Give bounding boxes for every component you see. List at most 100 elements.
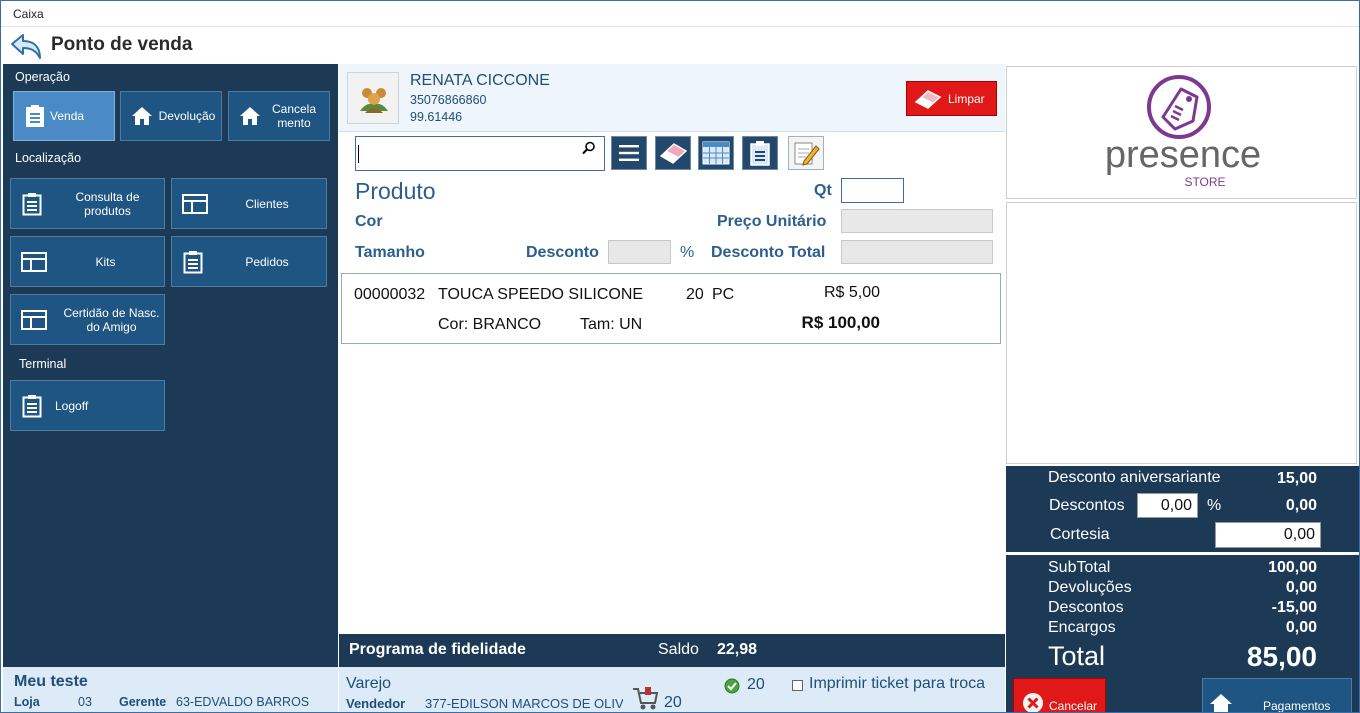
eraser-icon	[659, 143, 688, 164]
saldo-value: 22,98	[717, 641, 758, 658]
total-value: 85,00	[1246, 641, 1317, 672]
ticket-label[interactable]: Imprimir ticket para troca	[809, 675, 985, 693]
venda-label: Venda	[50, 109, 85, 123]
search-input[interactable]	[355, 136, 605, 171]
pagamentos-button[interactable]: Pagamentos	[1202, 678, 1352, 713]
table-icon	[182, 191, 208, 217]
client-code: 99.61446	[410, 110, 463, 124]
client-phone: 35076866860	[410, 93, 487, 107]
totals-descontos-value: -15,00	[1271, 599, 1317, 616]
store-title: Meu teste	[14, 673, 88, 690]
logoff-label: Logoff	[55, 398, 89, 413]
cancel-x-icon	[1023, 693, 1043, 712]
clipboard-icon	[750, 141, 770, 166]
qt-label: Qt	[814, 182, 832, 199]
cancelamento-button[interactable]: Cancela mento	[228, 91, 330, 141]
section-operacao: Operação	[15, 70, 70, 84]
sale-footer: Varejo Vendedor 377-EDILSON MARCOS DE OL…	[339, 667, 1005, 712]
item-color: Cor: BRANCO	[438, 316, 542, 333]
back-arrow-icon[interactable]	[9, 32, 43, 60]
devolucao-label: Devolução	[158, 109, 216, 123]
clear-fields-button[interactable]	[655, 136, 691, 170]
window-title: Caixa	[1, 1, 1359, 27]
cortesia-label: Cortesia	[1050, 526, 1110, 543]
clipboard-icon	[24, 103, 46, 129]
cancelamento-label: Cancela mento	[271, 102, 317, 130]
cart-count: 20	[664, 694, 682, 711]
desconto-total-label: Desconto Total	[711, 244, 826, 261]
fidelidade-label: Programa de fidelidade	[349, 641, 526, 658]
preco-unitario-label: Preço Unitário	[717, 213, 827, 230]
clientes-button[interactable]: Clientes	[171, 178, 327, 229]
item-code: 00000032	[354, 286, 426, 303]
item-description: TOUCA SPEEDO SILICONE	[438, 286, 644, 303]
fidelidade-bar: Programa de fidelidade Saldo 22,98	[339, 634, 1005, 667]
sale-panel: RENATA CICCONE 35076866860 99.61446 Limp…	[339, 64, 1005, 712]
client-avatar[interactable]	[347, 72, 399, 124]
qt-input[interactable]	[841, 178, 904, 203]
grid-button[interactable]	[698, 136, 734, 170]
client-name: RENATA CICCONE	[410, 72, 550, 89]
clipboard-icon	[21, 191, 43, 217]
item-size: Tam: UN	[580, 316, 643, 333]
cancelar-button[interactable]: Cancelar	[1013, 678, 1106, 712]
sale-type: Varejo	[346, 675, 392, 692]
desconto-label: Desconto	[526, 244, 599, 261]
edit-button[interactable]	[788, 136, 824, 170]
eraser-icon	[914, 89, 942, 109]
totals-descontos-label: Descontos	[1048, 599, 1124, 616]
clipboard-button[interactable]	[742, 136, 778, 170]
home-icon	[131, 103, 153, 129]
check-circle-icon	[724, 678, 740, 694]
descontos-pct: %	[1207, 497, 1222, 514]
descontos-label: Descontos	[1049, 497, 1125, 514]
item-total: R$ 100,00	[801, 313, 880, 332]
desconto-input[interactable]	[608, 240, 671, 264]
encargos-value: 0,00	[1285, 619, 1317, 636]
grid-icon	[702, 141, 730, 165]
item-unit-price: R$ 5,00	[823, 284, 880, 301]
vendedor-value: 377-EDILSON MARCOS DE OLIVEIF	[425, 696, 623, 711]
pos-window: Caixa Ponto de venda Operação Venda Devo…	[0, 0, 1360, 713]
check-count: 20	[747, 676, 765, 693]
item-unit: PC	[712, 286, 735, 303]
limpar-label: Limpar	[948, 91, 985, 106]
pencil-edit-icon	[794, 142, 820, 166]
hamburger-icon	[619, 145, 639, 161]
loja-label: Loja	[14, 695, 40, 709]
vendedor-label: Vendedor	[346, 696, 406, 711]
logoff-button[interactable]: Logoff	[10, 380, 165, 431]
certidao-button[interactable]: Certidão de Nasc. do Amigo	[10, 294, 165, 345]
subtotal-label: SubTotal	[1048, 559, 1111, 576]
client-card: RENATA CICCONE 35076866860 99.61446 Limp…	[339, 64, 1005, 132]
home-icon	[239, 103, 261, 129]
menu-button[interactable]	[611, 136, 647, 170]
pagamentos-label: Pagamentos	[1263, 699, 1331, 713]
product-image-area	[1006, 202, 1357, 464]
tamanho-label: Tamanho	[355, 244, 425, 261]
search-icon	[582, 141, 595, 155]
group-users-icon	[360, 88, 388, 113]
certidao-label: Certidão de Nasc. do Amigo	[63, 305, 160, 334]
aniversariante-value: 15,00	[1276, 470, 1317, 487]
devolucao-button[interactable]: Devolução	[120, 91, 222, 141]
produto-label: Produto	[355, 178, 436, 204]
logo-brand: presence	[1105, 134, 1261, 176]
table-icon	[21, 249, 47, 275]
text-cursor	[358, 145, 359, 163]
item-row[interactable]: 00000032 TOUCA SPEEDO SILICONE 20 PC R$ …	[341, 273, 1001, 344]
aniversariante-label: Desconto aniversariante	[1048, 469, 1221, 486]
table-icon	[21, 307, 47, 333]
ticket-checkbox[interactable]	[792, 680, 803, 691]
consulta-produtos-label: Consulta de produtos	[75, 189, 140, 218]
presence-logo-icon: presence STORE	[1105, 75, 1261, 189]
venda-button[interactable]: Venda	[13, 91, 115, 141]
descontos-input[interactable]: 0,00	[1137, 493, 1198, 518]
consulta-produtos-button[interactable]: Consulta de produtos	[10, 178, 165, 229]
cortesia-input[interactable]: 0,00	[1215, 522, 1321, 548]
subtotal-value: 100,00	[1268, 559, 1317, 576]
kits-button[interactable]: Kits	[10, 236, 165, 287]
pedidos-button[interactable]: Pedidos	[171, 236, 327, 287]
desconto-total-field	[841, 240, 993, 264]
limpar-button[interactable]: Limpar	[906, 81, 997, 116]
